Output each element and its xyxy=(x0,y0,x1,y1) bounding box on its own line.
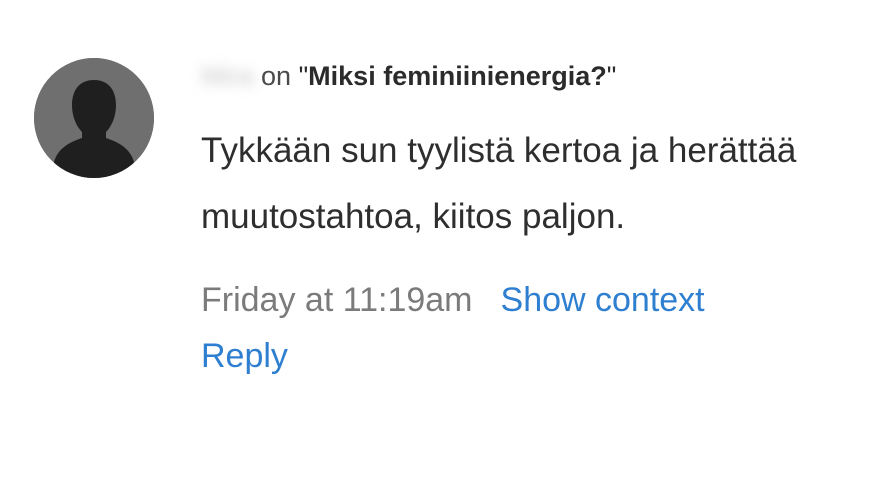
post-title-link[interactable]: Miksi feminiinienergia? xyxy=(308,61,607,91)
author-name[interactable]: Mira xyxy=(201,61,254,91)
reply-row: Reply xyxy=(201,328,841,384)
comment-header: Mira on "Miksi feminiinienergia?" xyxy=(201,56,841,96)
show-context-link[interactable]: Show context xyxy=(501,272,705,328)
reply-link[interactable]: Reply xyxy=(201,337,288,375)
title-open-quote: " xyxy=(298,61,309,91)
comment-meta: Friday at 11:19am Show context xyxy=(201,272,841,328)
comment-text: Tykkään sun tyylistä kertoa ja herättää … xyxy=(201,131,797,236)
on-word: on xyxy=(261,61,292,91)
timestamp: Friday at 11:19am xyxy=(201,281,473,319)
avatar[interactable] xyxy=(34,58,154,178)
comment-body: Mira on "Miksi feminiinienergia?" Tykkää… xyxy=(201,56,841,384)
person-silhouette-icon xyxy=(34,58,154,178)
title-close-quote: " xyxy=(606,61,617,91)
